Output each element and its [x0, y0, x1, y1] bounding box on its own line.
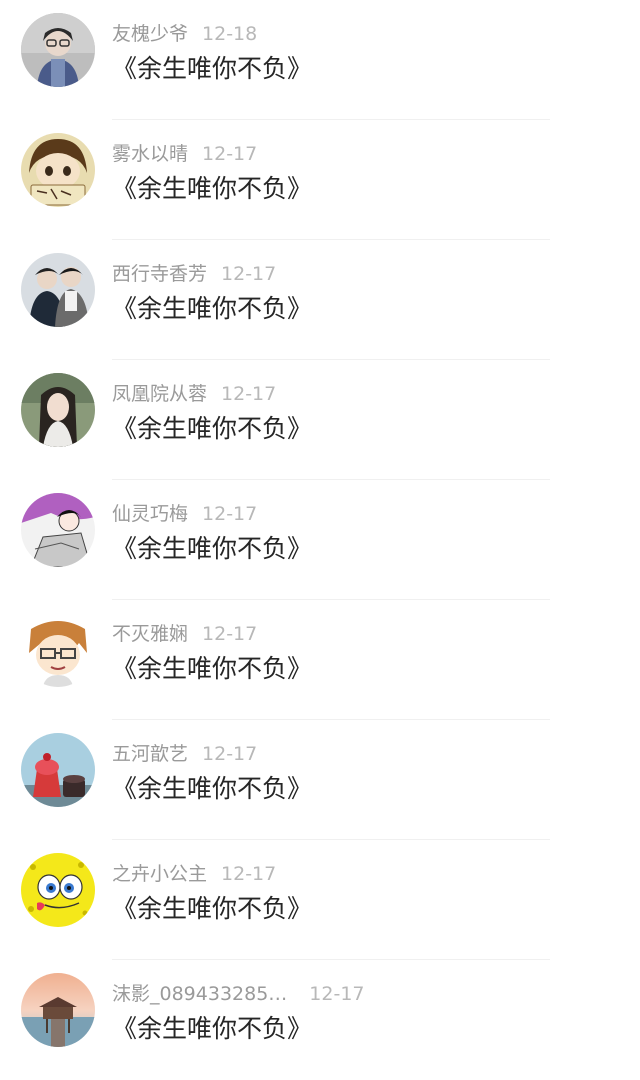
comment-text: 《余生唯你不负》: [112, 294, 313, 323]
avatar[interactable]: [21, 493, 95, 567]
comment-item[interactable]: 仙灵巧梅 12-17 《余生唯你不负》: [0, 480, 640, 600]
comment-list: 友槐少爷 12-18 《余生唯你不负》 雾水以晴 12-17 《余生唯你不负》: [0, 0, 640, 1071]
comment-text: 《余生唯你不负》: [112, 174, 313, 203]
comment-date: 12-17: [221, 263, 277, 285]
avatar[interactable]: [21, 973, 95, 1047]
comment-item[interactable]: 五河歆艺 12-17 《余生唯你不负》: [0, 720, 640, 840]
comment-date: 12-17: [221, 383, 277, 405]
username[interactable]: 西行寺香芳: [112, 263, 207, 285]
username[interactable]: 不灭雅娴: [112, 623, 188, 645]
comment-text: 《余生唯你不负》: [112, 774, 313, 803]
avatar[interactable]: [21, 13, 95, 87]
comment-meta: 西行寺香芳 12-17: [112, 261, 276, 287]
comment-text: 《余生唯你不负》: [112, 534, 313, 563]
avatar[interactable]: [21, 853, 95, 927]
comment-date: 12-17: [202, 143, 258, 165]
username[interactable]: 五河歆艺: [112, 743, 188, 765]
comment-text: 《余生唯你不负》: [112, 414, 313, 443]
avatar[interactable]: [21, 133, 95, 207]
comment-meta: 雾水以晴 12-17: [112, 141, 257, 167]
comment-item[interactable]: 友槐少爷 12-18 《余生唯你不负》: [0, 0, 640, 120]
comment-date: 12-17: [221, 863, 277, 885]
comment-item[interactable]: 西行寺香芳 12-17 《余生唯你不负》: [0, 240, 640, 360]
username[interactable]: 仙灵巧梅: [112, 503, 188, 525]
comment-date: 12-17: [202, 743, 258, 765]
comment-text: 《余生唯你不负》: [112, 894, 313, 923]
username[interactable]: 雾水以晴: [112, 143, 188, 165]
comment-text: 《余生唯你不负》: [112, 654, 313, 683]
avatar[interactable]: [21, 373, 95, 447]
comment-text: 《余生唯你不负》: [112, 1014, 313, 1043]
comment-meta: 之卉小公主 12-17: [112, 861, 276, 887]
username[interactable]: 友槐少爷: [112, 23, 188, 45]
comment-date: 12-17: [202, 623, 258, 645]
username[interactable]: 沫影_089433285…: [112, 983, 287, 1005]
comment-item[interactable]: 不灭雅娴 12-17 《余生唯你不负》: [0, 600, 640, 720]
avatar[interactable]: [21, 253, 95, 327]
comment-item[interactable]: 凤凰院从蓉 12-17 《余生唯你不负》: [0, 360, 640, 480]
comment-date: 12-17: [202, 503, 258, 525]
comment-date: 12-17: [309, 983, 365, 1005]
avatar[interactable]: [21, 613, 95, 687]
comment-meta: 友槐少爷 12-18: [112, 21, 257, 47]
comment-meta: 凤凰院从蓉 12-17: [112, 381, 276, 407]
comment-item[interactable]: 之卉小公主 12-17 《余生唯你不负》: [0, 840, 640, 960]
comment-meta: 五河歆艺 12-17: [112, 741, 257, 767]
comment-meta: 不灭雅娴 12-17: [112, 621, 257, 647]
comment-meta: 沫影_089433285… 12-17: [112, 981, 365, 1007]
avatar[interactable]: [21, 733, 95, 807]
comment-date: 12-18: [202, 23, 258, 45]
comment-item[interactable]: 雾水以晴 12-17 《余生唯你不负》: [0, 120, 640, 240]
username[interactable]: 之卉小公主: [112, 863, 207, 885]
comment-text: 《余生唯你不负》: [112, 54, 313, 83]
comment-item[interactable]: 沫影_089433285… 12-17 《余生唯你不负》: [0, 960, 640, 1080]
username[interactable]: 凤凰院从蓉: [112, 383, 207, 405]
comment-meta: 仙灵巧梅 12-17: [112, 501, 257, 527]
